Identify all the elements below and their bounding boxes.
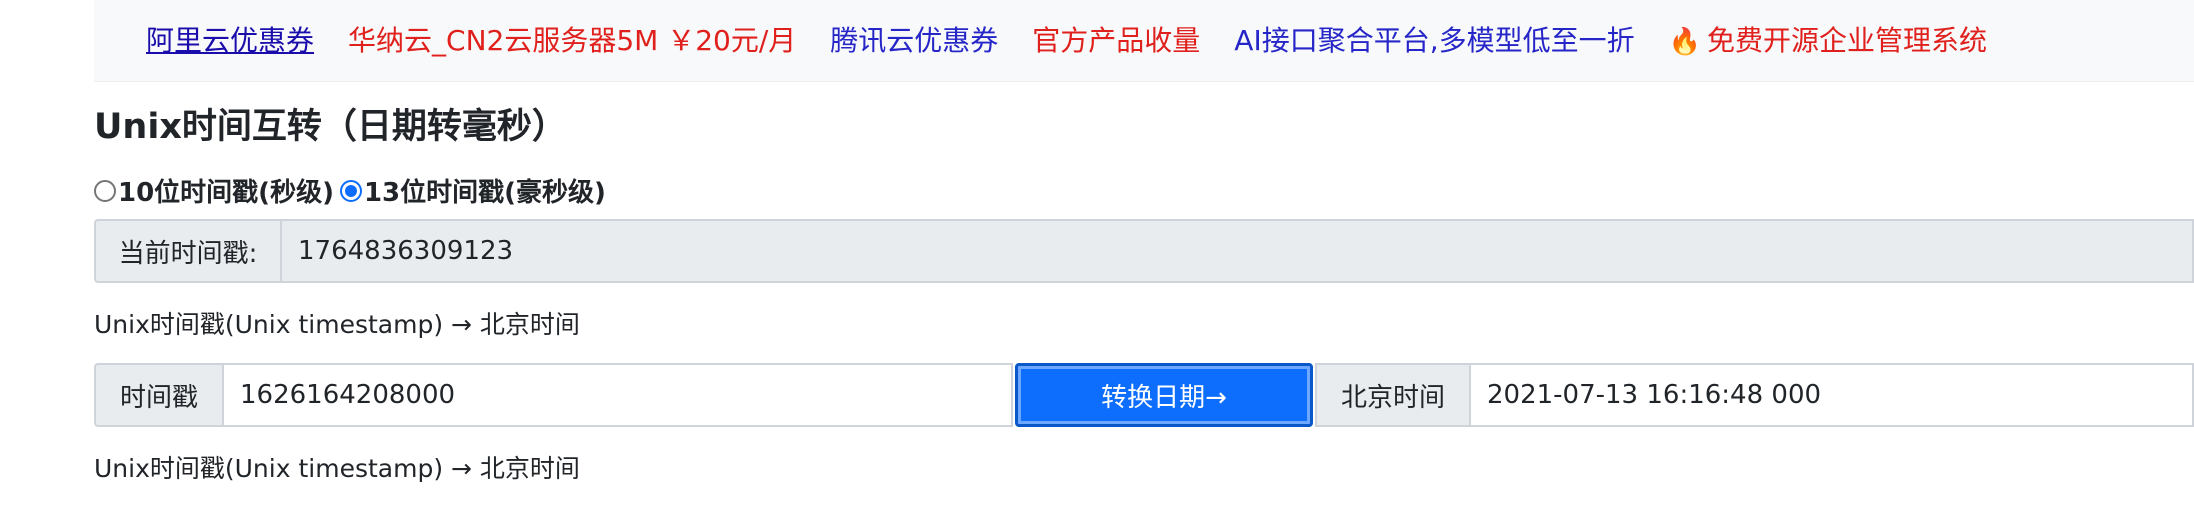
current-timestamp-label: 当前时间戳: bbox=[94, 219, 282, 283]
convert-date-button[interactable]: 转换日期→ bbox=[1015, 363, 1313, 427]
current-timestamp-field[interactable]: 1764836309123 bbox=[282, 219, 2194, 283]
radio-10-digit-circle[interactable] bbox=[94, 179, 116, 202]
section-note-1: Unix时间戳(Unix timestamp) → 北京时间 bbox=[94, 310, 580, 339]
radio-10-digit-label: 10位时间戳(秒级) bbox=[118, 178, 334, 208]
beijing-time-output[interactable]: 2021-07-13 16:16:48 000 bbox=[1471, 363, 2194, 427]
flame-icon: 🔥 bbox=[1668, 26, 1701, 57]
timestamp-label: 时间戳 bbox=[94, 363, 224, 427]
current-timestamp-group: 当前时间戳: 1764836309123 bbox=[94, 219, 2194, 283]
promo-link-tencent[interactable]: 腾讯云优惠券 bbox=[830, 26, 998, 55]
promo-link-huanayun[interactable]: 华纳云_CN2云服务器5M ￥20元/月 bbox=[348, 26, 796, 55]
beijing-time-label: 北京时间 bbox=[1315, 363, 1471, 427]
page-title: Unix时间互转（日期转毫秒） bbox=[94, 107, 567, 147]
page: 阿里云优惠券 华纳云_CN2云服务器5M ￥20元/月 腾讯云优惠券 官方产品收… bbox=[0, 0, 2194, 506]
promo-link-ai-api[interactable]: AI接口聚合平台,多模型低至一折 bbox=[1234, 26, 1634, 55]
radio-10-digit[interactable]: 10位时间戳(秒级) bbox=[94, 172, 340, 209]
timestamp-converter-group: 时间戳 1626164208000 转换日期→ 北京时间 2021-07-13 … bbox=[94, 363, 2194, 427]
section-note-2: Unix时间戳(Unix timestamp) → 北京时间 bbox=[94, 454, 580, 483]
timestamp-input[interactable]: 1626164208000 bbox=[224, 363, 1013, 427]
promo-bar: 阿里云优惠券 华纳云_CN2云服务器5M ￥20元/月 腾讯云优惠券 官方产品收… bbox=[94, 0, 2194, 82]
promo-link-open-source-label: 免费开源企业管理系统 bbox=[1707, 23, 1988, 57]
promo-link-open-source[interactable]: 🔥 免费开源企业管理系统 bbox=[1668, 23, 1988, 57]
promo-link-official[interactable]: 官方产品收量 bbox=[1032, 26, 1200, 55]
promo-link-aliyun[interactable]: 阿里云优惠券 bbox=[146, 26, 314, 55]
precision-radio-group: 10位时间戳(秒级) 13位时间戳(豪秒级) bbox=[94, 172, 612, 209]
radio-13-digit[interactable]: 13位时间戳(豪秒级) bbox=[339, 172, 612, 209]
radio-13-digit-label: 13位时间戳(豪秒级) bbox=[363, 178, 606, 208]
radio-13-digit-circle[interactable] bbox=[339, 179, 362, 202]
